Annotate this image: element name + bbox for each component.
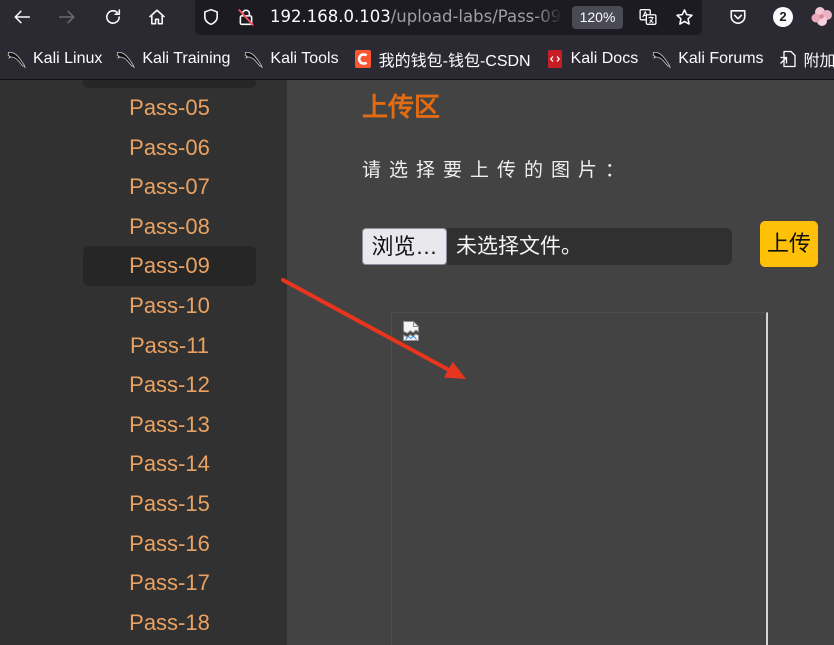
bookmark-add-ons[interactable]: 附加 xyxy=(778,46,834,72)
sidebar-item-pass-09[interactable]: Pass-09 xyxy=(83,246,256,286)
star-icon[interactable] xyxy=(670,4,698,30)
sidebar-item-pass-18[interactable]: Pass-18 xyxy=(83,603,256,643)
reload-icon[interactable] xyxy=(99,4,127,30)
bookmark-csdn-wallet[interactable]: 我的钱包-钱包-CSDN xyxy=(353,46,531,72)
sidebar-item-pass-13[interactable]: Pass-13 xyxy=(83,405,256,445)
bookmark-label: Kali Forums xyxy=(678,49,764,67)
extensions-badge-count: 2 xyxy=(773,7,793,27)
upload-prompt: 请选择要上传的图片： xyxy=(362,160,633,181)
bookmark-label: 附加 xyxy=(803,52,834,70)
sidebar-item-pass-08[interactable]: Pass-08 xyxy=(83,207,256,247)
kali-dragon-icon xyxy=(652,49,672,69)
broken-image-icon xyxy=(401,320,421,342)
bookmark-kali-tools[interactable]: Kali Tools xyxy=(244,46,339,72)
extensions-badge[interactable]: 2 xyxy=(769,4,797,30)
forward-arrow-icon[interactable] xyxy=(53,4,81,30)
bookmark-kali-linux[interactable]: Kali Linux xyxy=(7,46,102,72)
sidebar-item-partial xyxy=(83,80,256,88)
zoom-badge[interactable]: 120% xyxy=(572,6,623,29)
sidebar: Pass-05 Pass-06 Pass-07 Pass-08 Pass-09 … xyxy=(0,80,287,645)
kali-dragon-icon xyxy=(7,49,27,69)
kali-dragon-icon xyxy=(116,49,136,69)
bookmark-label: Kali Linux xyxy=(33,49,103,67)
bookmark-label: Kali Docs xyxy=(570,49,639,67)
bookmark-label: Kali Training xyxy=(142,49,231,67)
csdn-icon xyxy=(353,49,373,69)
sidebar-item-pass-14[interactable]: Pass-14 xyxy=(83,444,256,484)
sidebar-item-pass-15[interactable]: Pass-15 xyxy=(83,484,256,524)
translate-icon[interactable] xyxy=(634,4,662,30)
kali-docs-icon xyxy=(545,49,565,69)
page-title: 上传区 xyxy=(362,92,441,122)
sidebar-item-pass-07[interactable]: Pass-07 xyxy=(83,167,256,207)
upload-button[interactable]: 上传 xyxy=(760,221,818,267)
url-bar[interactable]: 192.168.0.103/upload-labs/Pass-09 120% xyxy=(195,0,702,35)
bookmark-label: Kali Tools xyxy=(270,49,339,67)
bookmark-kali-forums[interactable]: Kali Forums xyxy=(652,46,764,72)
sidebar-item-pass-12[interactable]: Pass-12 xyxy=(83,365,256,405)
browser-toolbar: 192.168.0.103/upload-labs/Pass-09 120% 2 xyxy=(0,0,834,38)
url-fade xyxy=(536,6,562,28)
file-input[interactable]: 浏览… 未选择文件。 xyxy=(362,228,732,265)
file-status: 未选择文件。 xyxy=(447,228,732,265)
sidebar-item-pass-16[interactable]: Pass-16 xyxy=(83,524,256,564)
upload-area: 上传区 请选择要上传的图片： 浏览… 未选择文件。 上传 xyxy=(287,80,834,645)
url-text[interactable]: 192.168.0.103/upload-labs/Pass-09 xyxy=(270,6,562,28)
insecure-lock-icon[interactable] xyxy=(232,4,260,30)
sidebar-item-pass-11[interactable]: Pass-11 xyxy=(83,326,256,366)
kali-dragon-icon xyxy=(244,49,264,69)
bookmark-label: 我的钱包-钱包-CSDN xyxy=(378,52,531,70)
sidebar-menu: Pass-05 Pass-06 Pass-07 Pass-08 Pass-09 … xyxy=(83,88,256,642)
shield-icon[interactable] xyxy=(197,4,225,30)
add-on-icon xyxy=(778,49,798,69)
home-icon[interactable] xyxy=(143,4,171,30)
sidebar-item-pass-17[interactable]: Pass-17 xyxy=(83,563,256,603)
bookmark-kali-training[interactable]: Kali Training xyxy=(116,46,230,72)
sidebar-item-pass-06[interactable]: Pass-06 xyxy=(83,128,256,168)
sidebar-item-pass-05[interactable]: Pass-05 xyxy=(83,88,256,128)
browse-button[interactable]: 浏览… xyxy=(362,228,447,265)
sidebar-item-pass-10[interactable]: Pass-10 xyxy=(83,286,256,326)
image-preview xyxy=(391,312,768,645)
url-host: 192.168.0.103 xyxy=(270,7,391,26)
back-arrow-icon[interactable] xyxy=(8,4,36,30)
pocket-icon[interactable] xyxy=(724,4,752,30)
flower-extension-icon[interactable] xyxy=(808,4,834,30)
bookmark-kali-docs[interactable]: Kali Docs xyxy=(545,46,639,72)
bookmarks-toolbar: Kali Linux Kali Training Kali Tools 我的钱包… xyxy=(0,38,834,80)
